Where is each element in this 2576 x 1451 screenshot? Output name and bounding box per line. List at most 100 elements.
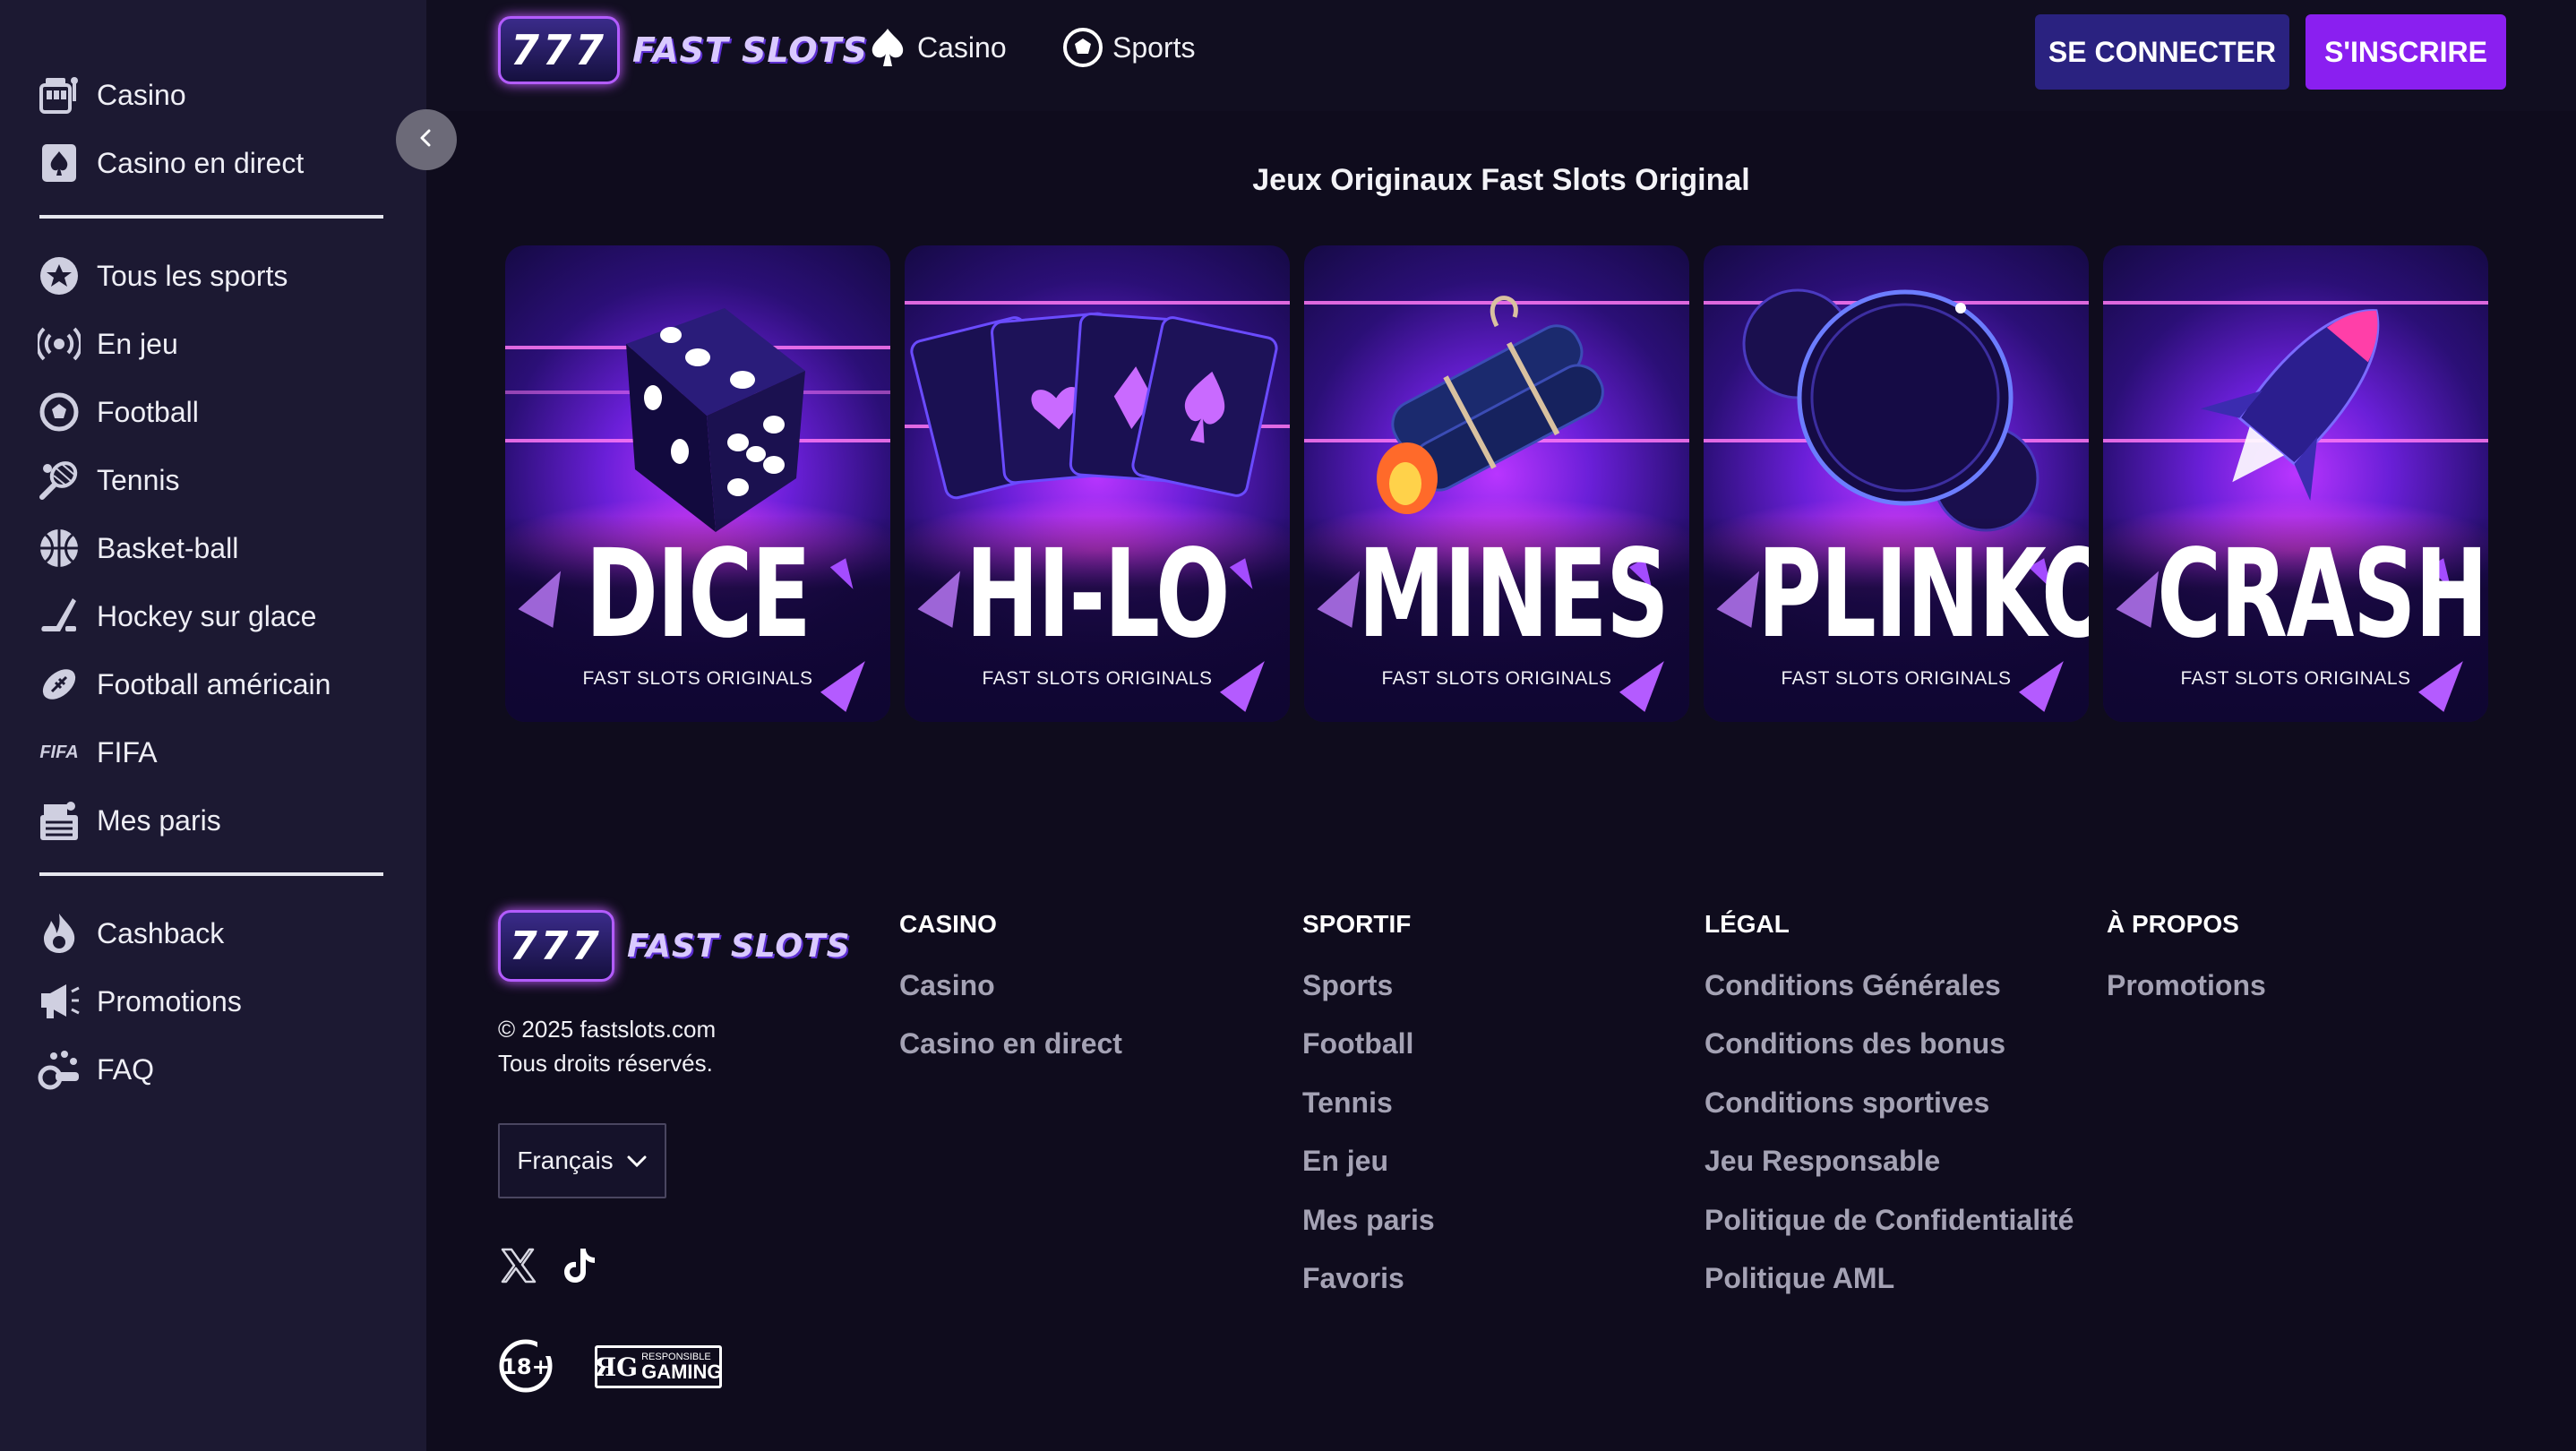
sidebar-divider (39, 215, 383, 219)
footer-column-heading: CASINO (899, 910, 997, 938)
sidebar-item-basketball[interactable]: Basket-ball (0, 514, 426, 582)
sidebar-item-label: Promotions (97, 984, 242, 1017)
language-select[interactable]: Français (498, 1123, 666, 1198)
footer-link[interactable]: Promotions (2107, 969, 2266, 1027)
tiktok-icon[interactable] (559, 1245, 600, 1286)
sidebar-item-american-football[interactable]: Football américain (0, 650, 426, 718)
footer-link[interactable]: Conditions sportives (1704, 1086, 2074, 1145)
football-icon (38, 391, 81, 434)
logo-badge: 777 (498, 16, 620, 84)
sidebar-item-label: FIFA (97, 735, 158, 768)
faq-icon (38, 1048, 81, 1091)
game-title: DICE (585, 524, 811, 665)
sidebar-item-label: Cashback (97, 916, 225, 949)
rocket-icon (2103, 272, 2488, 541)
login-button[interactable]: SE CONNECTER (2035, 14, 2289, 90)
logo-name: FAST SLOTS (632, 30, 868, 70)
logo-name: FAST SLOTS (627, 927, 851, 965)
game-title: CRASH (2157, 524, 2488, 665)
game-title: HI-LO (966, 524, 1230, 665)
copyright: © 2025 fastslots.com Tous droits réservé… (498, 1012, 716, 1080)
game-subtitle: FAST SLOTS ORIGINALS (582, 668, 813, 689)
sidebar-item-cashback[interactable]: Cashback (0, 899, 426, 967)
sidebar-item-all-sports[interactable]: Tous les sports (0, 242, 426, 310)
footer-link[interactable]: Conditions des bonus (1704, 1027, 2074, 1086)
game-card-plinko[interactable]: PLINKO FAST SLOTS ORIGINALS (1704, 245, 2089, 722)
footer-link[interactable]: En jeu (1302, 1145, 1435, 1203)
my-bets-icon (38, 799, 81, 842)
american-football-icon (38, 663, 81, 706)
chevron-left-icon (416, 127, 437, 153)
chevron-down-icon (626, 1146, 648, 1175)
sidebar-group-sports: Tous les sports En jeu Football Tennis B… (0, 242, 426, 854)
sidebar-item-label: Tennis (97, 463, 180, 496)
footer-column-legal: LÉGAL Conditions Générales Conditions de… (1704, 910, 2074, 1320)
footer-link[interactable]: Politique AML (1704, 1262, 2074, 1320)
responsible-gaming-badge: ЯG RESPONSIBLE GAMING (594, 1345, 723, 1388)
footer-column-sports: SPORTIF Sports Football Tennis En jeu Me… (1302, 910, 1435, 1320)
sidebar-item-tennis[interactable]: Tennis (0, 446, 426, 514)
rg-monogram: ЯG (594, 1352, 639, 1382)
footer-link[interactable]: Conditions Générales (1704, 969, 2074, 1027)
sidebar-item-ice-hockey[interactable]: Hockey sur glace (0, 582, 426, 650)
game-card-hi-lo[interactable]: HI-LO FAST SLOTS ORIGINALS (905, 245, 1290, 722)
footer-column-about: À PROPOS Promotions (2107, 910, 2266, 1027)
sidebar-item-live[interactable]: En jeu (0, 310, 426, 378)
fifa-icon: FIFA (39, 742, 79, 762)
footer-logo[interactable]: 777 FAST SLOTS (498, 910, 851, 982)
dice-icon (505, 272, 890, 541)
nav-sports-link[interactable]: Sports (1062, 27, 1195, 68)
footer-link[interactable]: Casino en direct (899, 1027, 1122, 1086)
live-casino-icon (38, 142, 81, 185)
sidebar-item-label: Football américain (97, 667, 331, 700)
sidebar-item-label: Football (97, 395, 199, 428)
footer-link[interactable]: Favoris (1302, 1262, 1435, 1320)
dynamite-icon (1304, 272, 1689, 541)
game-subtitle: FAST SLOTS ORIGINALS (2180, 668, 2411, 689)
footer-column-casino: CASINO Casino Casino en direct (899, 910, 1122, 1086)
sidebar-item-football[interactable]: Football (0, 378, 426, 446)
game-card-crash[interactable]: CRASH FAST SLOTS ORIGINALS (2103, 245, 2488, 722)
sidebar-item-label: Casino en direct (97, 146, 305, 179)
sidebar-item-casino[interactable]: Casino (0, 61, 426, 129)
game-title: MINES (1358, 524, 1669, 665)
footer-column-heading: LÉGAL (1704, 910, 1790, 938)
game-card-mines[interactable]: MINES FAST SLOTS ORIGINALS (1304, 245, 1689, 722)
game-subtitle: FAST SLOTS ORIGINALS (982, 668, 1213, 689)
game-title: PLINKO (1757, 524, 2089, 665)
footer-link[interactable]: Tennis (1302, 1086, 1435, 1145)
sidebar-item-fifa[interactable]: FIFA FIFA (0, 718, 426, 786)
footer-link[interactable]: Sports (1302, 969, 1435, 1027)
bubble-icon (1704, 272, 2089, 541)
sidebar-item-faq[interactable]: FAQ (0, 1035, 426, 1103)
site-logo[interactable]: 777 FAST SLOTS (498, 16, 868, 84)
all-sports-icon (38, 254, 81, 297)
footer-link[interactable]: Football (1302, 1027, 1435, 1086)
tennis-icon (38, 459, 81, 502)
footer-link[interactable]: Mes paris (1302, 1204, 1435, 1262)
cards-icon (905, 272, 1290, 541)
register-button[interactable]: S'INSCRIRE (2306, 14, 2506, 90)
casino-icon (38, 73, 81, 116)
age-18-badge: 18+ (498, 1338, 554, 1394)
sidebar-item-live-casino[interactable]: Casino en direct (0, 129, 426, 197)
game-card-dice[interactable]: DICE FAST SLOTS ORIGINALS (505, 245, 890, 722)
soccer-ball-icon (1062, 27, 1103, 68)
originals-game-list: DICE FAST SLOTS ORIGINALS HI-LO FAST SLO… (505, 245, 2488, 722)
rg-text: RESPONSIBLE GAMING (641, 1352, 722, 1382)
copyright-line: Tous droits réservés. (498, 1050, 713, 1077)
x-twitter-icon[interactable] (498, 1245, 539, 1286)
sidebar-item-label: Casino (97, 78, 186, 111)
sidebar-collapse-button[interactable] (396, 109, 457, 170)
footer-link[interactable]: Casino (899, 969, 1122, 1027)
basketball-icon (38, 527, 81, 570)
sidebar-item-label: Basket-ball (97, 531, 239, 564)
sidebar: Casino Casino en direct Tous les sports … (0, 0, 426, 1451)
footer-link[interactable]: Jeu Responsable (1704, 1145, 2074, 1203)
originals-title: Jeux Originaux Fast Slots Original (1252, 163, 1750, 197)
sidebar-item-promotions[interactable]: Promotions (0, 967, 426, 1035)
footer-link[interactable]: Politique de Confidentialité (1704, 1204, 2074, 1262)
nav-casino-link[interactable]: Casino (867, 27, 1007, 68)
sidebar-item-my-bets[interactable]: Mes paris (0, 786, 426, 854)
sidebar-item-label: Mes paris (97, 803, 221, 837)
